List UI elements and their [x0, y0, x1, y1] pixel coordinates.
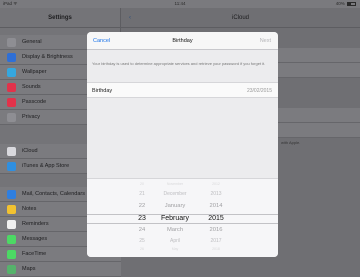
maps-icon	[7, 265, 16, 274]
panel-title: iCloud	[231, 15, 249, 21]
picker-year-selected[interactable]: 2015	[203, 215, 229, 222]
picker-day-item[interactable]: 26	[133, 247, 151, 251]
picker-day-selected[interactable]: 23	[133, 215, 151, 222]
picker-day-item[interactable]: 20	[133, 182, 151, 186]
sidebar-item-label: Mail, Contacts, Calendars	[22, 191, 85, 197]
brightness-icon	[7, 53, 16, 62]
app-store-icon	[7, 162, 16, 171]
sidebar-item-label: iTunes & App Store	[22, 163, 70, 169]
speaker-icon	[7, 83, 16, 92]
next-button[interactable]: Next	[260, 38, 271, 44]
hand-icon	[7, 113, 16, 122]
panel-note: with Apple.	[281, 140, 301, 145]
sidebar-item-label: General	[22, 39, 42, 45]
picker-year-item[interactable]: 2017	[203, 238, 229, 244]
picker-year-item[interactable]: 2012	[203, 182, 229, 186]
picker-month-item[interactable]: May	[153, 247, 197, 251]
picker-day-item[interactable]: 24	[133, 227, 151, 233]
sidebar-item-label: Passcode	[22, 99, 47, 105]
sidebar-item-label: Sounds	[22, 84, 41, 90]
gear-icon	[7, 38, 16, 47]
picker-day-item[interactable]: 22	[133, 203, 151, 209]
battery-percent: 40%	[335, 1, 346, 6]
notes-icon	[7, 205, 16, 214]
picker-month-item[interactable]: March	[153, 227, 197, 233]
birthday-field[interactable]: Birthday 23/02/2015	[87, 82, 278, 98]
sidebar-item-label: Notes	[22, 206, 37, 212]
sidebar-item-label: iCloud	[22, 148, 38, 154]
back-button[interactable]: ‹	[129, 8, 131, 28]
birthday-sheet: Cancel Birthday Next Your birthday is us…	[87, 32, 278, 257]
sidebar-item-maps[interactable]: Maps	[0, 262, 121, 277]
wallpaper-icon	[7, 68, 16, 77]
sidebar-item-label: Messages	[22, 236, 48, 242]
reminders-icon	[7, 220, 16, 229]
battery-icon	[347, 1, 356, 6]
sidebar-item-label: Display & Brightness	[22, 54, 73, 60]
status-bar: iPad ᯤ 11:44 40%	[0, 0, 360, 8]
birthday-description: Your birthday is used to determine appro…	[92, 61, 266, 66]
sidebar-item-label: FaceTime	[22, 251, 47, 257]
facetime-icon	[7, 250, 16, 259]
birthday-field-value: 23/02/2015	[246, 88, 272, 94]
picker-month-item[interactable]: December	[153, 191, 197, 197]
sidebar-item-label: Reminders	[22, 221, 49, 227]
sidebar-item-label: Privacy	[22, 114, 41, 120]
picker-day-item[interactable]: 25	[133, 238, 151, 244]
status-time: 11:44	[174, 1, 186, 6]
messages-icon	[7, 235, 16, 244]
picker-month-item[interactable]: November	[153, 182, 197, 186]
sheet-title: Birthday	[172, 38, 193, 44]
panel-header: ‹ iCloud	[121, 8, 360, 28]
picker-month-item[interactable]: January	[153, 203, 197, 209]
sidebar-title: Settings	[0, 8, 120, 28]
picker-year-item[interactable]: 2014	[203, 203, 229, 209]
sidebar-item-label: Maps	[22, 266, 36, 272]
sheet-nav-bar: Cancel Birthday Next	[87, 32, 278, 50]
picker-year-item[interactable]: 2018	[203, 247, 229, 251]
picker-month-selected[interactable]: February	[153, 215, 197, 222]
date-picker[interactable]: 20 21 22 23 24 25 26 November December J…	[87, 178, 278, 257]
lock-icon	[7, 98, 16, 107]
mail-icon	[7, 190, 16, 199]
cloud-icon	[7, 147, 16, 156]
picker-year-item[interactable]: 2013	[203, 191, 229, 197]
picker-day-item[interactable]: 21	[133, 191, 151, 197]
picker-month-item[interactable]: April	[153, 238, 197, 244]
battery-indicator: 40%	[336, 1, 356, 6]
birthday-field-label: Birthday	[92, 88, 113, 94]
picker-year-item[interactable]: 2016	[203, 227, 229, 233]
sidebar-item-label: Wallpaper	[22, 69, 47, 75]
